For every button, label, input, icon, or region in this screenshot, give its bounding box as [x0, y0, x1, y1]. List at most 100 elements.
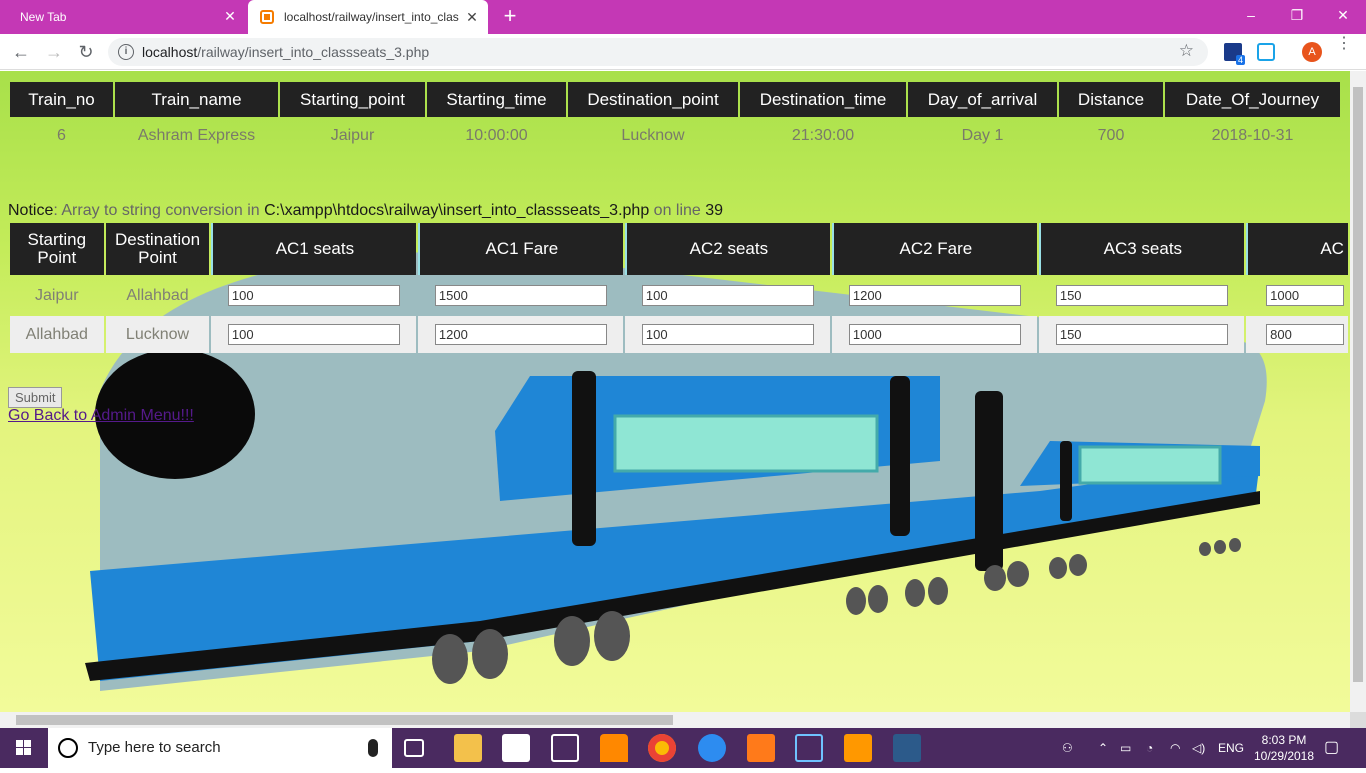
sublime-text-icon[interactable] — [844, 734, 872, 762]
column-header: Destination Point — [105, 223, 210, 275]
ac1-fare-input[interactable] — [434, 285, 607, 306]
table-row: Allahbad Lucknow — [10, 316, 1348, 353]
column-header: Distance — [1059, 82, 1163, 117]
notice-path: C:\xampp\htdocs\railway\insert_into_clas… — [264, 202, 650, 219]
ac3-seats-input[interactable] — [1055, 285, 1228, 306]
table-cell: Jaipur — [35, 286, 79, 304]
column-header: Train_no — [10, 82, 113, 117]
forward-arrow-icon[interactable]: → — [42, 40, 66, 64]
task-view-icon[interactable] — [404, 739, 424, 757]
column-header: Starting_point — [280, 82, 425, 117]
file-explorer-icon[interactable] — [454, 734, 482, 762]
restore-icon[interactable]: ❐ — [1274, 0, 1320, 30]
new-tab-button[interactable]: + — [498, 5, 522, 29]
mail-icon[interactable] — [551, 734, 579, 762]
column-header: Date_Of_Journey — [1165, 82, 1340, 117]
ac2-fare-input[interactable] — [848, 285, 1021, 306]
table-cell — [211, 277, 416, 314]
admin-menu-link[interactable]: Go Back to Admin Menu!!! — [8, 407, 194, 425]
table-cell: Lucknow — [621, 127, 685, 144]
reload-icon[interactable]: ↻ — [74, 40, 98, 64]
tab-title: localhost/railway/insert_into_clas — [284, 10, 459, 24]
microphone-icon[interactable] — [368, 739, 378, 757]
cortana-icon — [58, 738, 78, 758]
window-close-icon[interactable]: ✕ — [1320, 0, 1366, 30]
table-cell — [211, 316, 417, 353]
ac3-fare-input[interactable] — [1266, 285, 1345, 306]
system-clock[interactable]: 8:03 PM 10/29/2018 — [1246, 732, 1322, 764]
column-header: Train_name — [115, 82, 278, 117]
php-notice: Notice: Array to string conversion in C:… — [8, 202, 723, 220]
ac3-seats-input[interactable] — [1055, 324, 1228, 345]
url-path: /railway/insert_into_classseats_3.php — [197, 44, 430, 60]
close-icon[interactable]: ✕ — [464, 9, 480, 25]
clock-time: 8:03 PM — [1261, 733, 1307, 747]
chrome-icon[interactable] — [648, 734, 676, 762]
ac2-seats-input[interactable] — [641, 285, 814, 306]
wifi-icon[interactable]: ◠ — [1170, 728, 1180, 768]
address-bar[interactable]: i localhost/railway/insert_into_classsea… — [108, 38, 1208, 66]
vertical-scrollbar[interactable] — [1350, 71, 1366, 712]
scrollbar-thumb[interactable] — [16, 715, 673, 725]
column-header: Destination_point — [568, 82, 738, 117]
tab-new-tab[interactable]: New Tab ✕ — [0, 0, 246, 34]
column-header: AC1 Fare — [418, 223, 624, 275]
table-row: Jaipur Allahbad — [10, 277, 1348, 314]
vlc-icon[interactable] — [600, 734, 628, 762]
table-cell — [1246, 316, 1348, 353]
store-icon[interactable] — [502, 734, 530, 762]
table-cell — [418, 316, 624, 353]
table-cell: Allahbad — [126, 286, 189, 304]
notice-label: Notice — [8, 202, 54, 219]
table-cell: Jaipur — [330, 127, 375, 144]
ac2-fare-input[interactable] — [848, 324, 1021, 345]
table-header-row: Train_no Train_name Starting_point Start… — [10, 82, 1340, 117]
table-cell: Day 1 — [961, 127, 1004, 144]
notification-icon[interactable]: ▢ — [1324, 728, 1339, 768]
ac1-seats-input[interactable] — [227, 285, 400, 306]
table-cell: Allahbad — [10, 316, 104, 353]
table-cell — [1246, 277, 1348, 314]
table-cell — [625, 277, 830, 314]
volume-icon[interactable]: ◁) — [1192, 728, 1205, 768]
ac3-fare-input[interactable] — [1266, 324, 1345, 345]
extension-icon[interactable]: 4 — [1224, 43, 1245, 65]
info-icon[interactable]: i — [118, 44, 134, 60]
chevron-up-icon[interactable]: ⌃ — [1098, 728, 1108, 768]
virtualbox-icon[interactable] — [795, 734, 823, 762]
clock-date: 10/29/2018 — [1253, 749, 1315, 763]
windows-start-icon[interactable] — [0, 728, 48, 768]
submit-button[interactable]: Submit — [8, 387, 63, 408]
table-cell — [832, 277, 1037, 314]
network-icon[interactable]: ◔ — [1146, 728, 1153, 768]
column-header: AC2 seats — [625, 223, 831, 275]
table-cell: Ashram Express — [137, 127, 256, 144]
scrollbar-thumb[interactable] — [1353, 87, 1363, 682]
ac1-fare-input[interactable] — [434, 324, 607, 345]
qq-app-icon[interactable] — [747, 734, 775, 762]
back-arrow-icon[interactable]: ← — [9, 40, 33, 64]
extension-icon[interactable] — [1257, 43, 1275, 61]
minimize-icon[interactable]: – — [1228, 0, 1274, 30]
language-indicator[interactable]: ENG — [1218, 728, 1244, 768]
ac2-seats-input[interactable] — [641, 324, 814, 345]
horizontal-scrollbar[interactable] — [0, 712, 1350, 728]
avatar[interactable]: A — [1302, 42, 1322, 62]
people-icon[interactable]: ⚇ — [1062, 728, 1073, 768]
table-cell — [1039, 316, 1245, 353]
column-header: Starting Point — [10, 223, 104, 275]
column-header: AC3 seats — [1039, 223, 1245, 275]
close-icon[interactable]: ✕ — [222, 8, 238, 24]
battery-icon[interactable]: ▭ — [1120, 728, 1131, 768]
xampp-favicon-icon — [260, 10, 274, 24]
menu-icon[interactable]: ⋮ — [1336, 36, 1352, 61]
ac1-seats-input[interactable] — [227, 324, 400, 345]
table-cell: 2018-10-31 — [1211, 127, 1294, 144]
table-cell: 10:00:00 — [465, 127, 528, 144]
bookmark-star-icon[interactable]: ☆ — [1179, 41, 1194, 61]
taskbar-search[interactable]: Type here to search — [48, 728, 392, 768]
tab-active[interactable]: localhost/railway/insert_into_clas ✕ — [248, 0, 488, 34]
mysql-workbench-icon[interactable] — [893, 734, 921, 762]
sync-app-icon[interactable] — [698, 734, 726, 762]
table-cell — [1039, 277, 1244, 314]
